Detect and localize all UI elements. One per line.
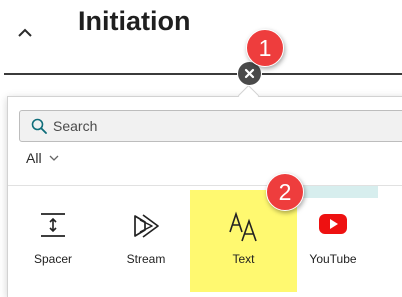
web-part-label: Spacer bbox=[33, 252, 73, 266]
web-part-spacer[interactable]: Spacer bbox=[3, 190, 103, 292]
web-part-label: YouTube bbox=[309, 252, 357, 266]
web-part-stream[interactable]: Stream bbox=[96, 190, 196, 292]
search-input[interactable] bbox=[53, 115, 353, 137]
search-icon bbox=[31, 118, 47, 134]
chevron-up-icon bbox=[18, 28, 32, 37]
web-part-label: Text bbox=[232, 252, 255, 266]
spacer-icon bbox=[41, 213, 65, 237]
section-title: Initiation bbox=[78, 6, 191, 36]
annotation-badge-1: 1 bbox=[246, 29, 284, 67]
collapse-section-button[interactable] bbox=[14, 22, 36, 44]
annotation-badge-2: 2 bbox=[266, 173, 304, 211]
chevron-down-icon bbox=[49, 155, 59, 161]
section-divider bbox=[4, 73, 402, 75]
text-icon bbox=[228, 211, 257, 242]
filter-selected-value: All bbox=[26, 150, 42, 166]
stream-icon bbox=[134, 214, 159, 238]
filter-dropdown[interactable]: All bbox=[26, 150, 60, 166]
youtube-icon bbox=[319, 214, 347, 234]
web-part-label: Stream bbox=[126, 252, 166, 266]
